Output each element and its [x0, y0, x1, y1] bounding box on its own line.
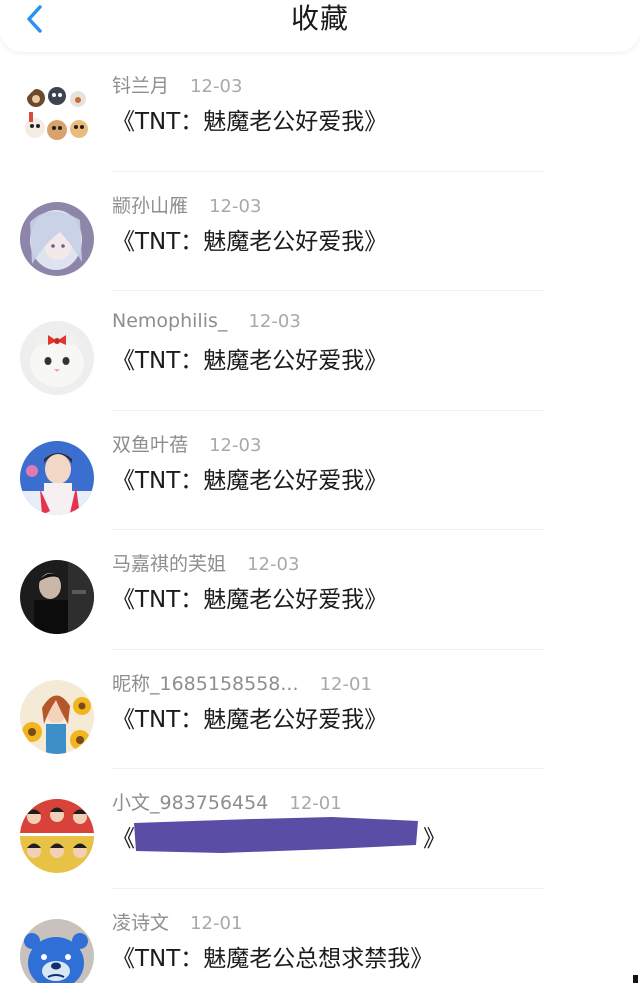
- date: 12-01: [319, 673, 372, 695]
- favorite-item[interactable]: 颛孙山雁 12-03 《TNT：魅魔老公好爱我》: [0, 172, 640, 291]
- date: 12-01: [289, 793, 342, 814]
- nickname[interactable]: 双鱼叶蓓: [112, 434, 188, 456]
- avatar[interactable]: [20, 560, 94, 634]
- avatar[interactable]: [20, 82, 94, 156]
- edge-marker: [633, 975, 638, 983]
- white-cat-avatar-image: [20, 321, 94, 395]
- book-title[interactable]: 《TNT：魅魔老公好爱我》: [112, 102, 387, 136]
- nickname[interactable]: 凌诗文: [112, 912, 169, 934]
- date: 12-03: [247, 554, 300, 575]
- anime-girl-avatar-image: [20, 201, 94, 276]
- nickname[interactable]: 颛孙山雁: [112, 195, 188, 217]
- book-title[interactable]: 《TNT：魅魔老公好爱我》: [112, 461, 387, 495]
- dark-photo-avatar-image: [20, 560, 94, 634]
- nickname[interactable]: 小文_983756454: [112, 792, 268, 814]
- book-title[interactable]: 《TNT：魅魔老公好爱我》: [112, 341, 387, 375]
- avatar[interactable]: [20, 201, 94, 276]
- redaction-scribble: [134, 817, 418, 853]
- date: 12-03: [190, 76, 243, 97]
- photo-avatar-image: [20, 440, 94, 515]
- nickname[interactable]: 钭兰月: [112, 75, 169, 97]
- favorites-list: 钭兰月 12-03 《TNT：魅魔老公好爱我》 颛孙山雁 12-03 《TNT：…: [0, 52, 640, 983]
- favorite-item[interactable]: 马嘉祺的芙姐 12-03 《TNT：魅魔老公好爱我》: [0, 530, 640, 650]
- cartoon-dogs-avatar-image: [20, 82, 94, 156]
- book-title[interactable]: 《TNT：魅魔老公好爱我》: [112, 700, 387, 734]
- nickname[interactable]: 昵称_1685158558...: [112, 673, 299, 695]
- page-title: 收藏: [290, 2, 349, 35]
- avatar[interactable]: [20, 440, 94, 515]
- avatar[interactable]: [20, 321, 94, 395]
- favorite-item[interactable]: 昵称_1685158558... 12-01 《TNT：魅魔老公好爱我》: [0, 650, 640, 769]
- avatar[interactable]: [20, 918, 94, 983]
- book-title-close: 》: [423, 826, 446, 852]
- nav-header: 收藏: [0, 0, 640, 52]
- avatar[interactable]: [20, 679, 94, 754]
- book-title[interactable]: 《TNT：魅魔老公好爱我》: [112, 222, 387, 256]
- group-photo-avatar-image: [20, 799, 94, 873]
- favorite-item[interactable]: 小文_983756454 12-01 《》: [0, 769, 640, 889]
- book-title[interactable]: 《TNT：魅魔老公总想求禁我》: [112, 939, 433, 973]
- date: 12-03: [248, 311, 301, 332]
- book-title[interactable]: 《TNT：魅魔老公好爱我》: [112, 580, 387, 614]
- date: 12-01: [190, 912, 243, 934]
- sunflower-girl-avatar-image: [20, 679, 94, 754]
- nickname[interactable]: 马嘉祺的芙姐: [112, 553, 226, 575]
- blue-bear-avatar-image: [20, 918, 94, 983]
- favorite-item[interactable]: Nemophilis_ 12-03 《TNT：魅魔老公好爱我》: [0, 291, 640, 411]
- nickname[interactable]: Nemophilis_: [112, 310, 227, 332]
- favorite-item[interactable]: 双鱼叶蓓 12-03 《TNT：魅魔老公好爱我》: [0, 411, 640, 530]
- avatar[interactable]: [20, 799, 94, 873]
- favorite-item[interactable]: 钭兰月 12-03 《TNT：魅魔老公好爱我》: [0, 52, 640, 172]
- date: 12-03: [209, 434, 262, 456]
- favorite-item[interactable]: 凌诗文 12-01 《TNT：魅魔老公总想求禁我》: [0, 889, 640, 983]
- date: 12-03: [209, 195, 262, 217]
